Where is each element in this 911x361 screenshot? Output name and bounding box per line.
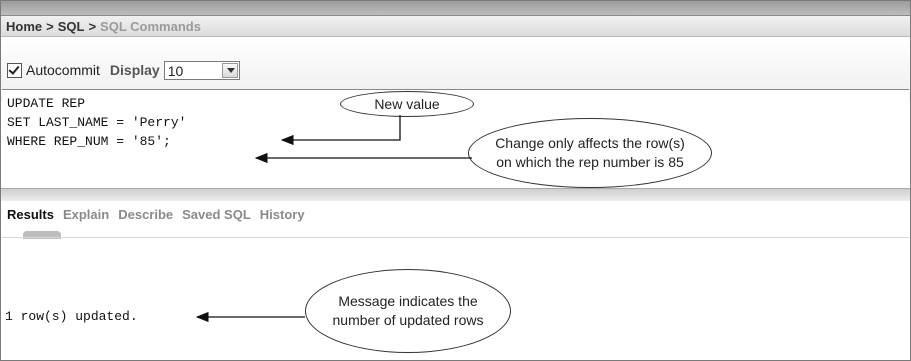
callout-arrows: [195, 115, 472, 323]
arrow-new-value: [280, 115, 401, 146]
